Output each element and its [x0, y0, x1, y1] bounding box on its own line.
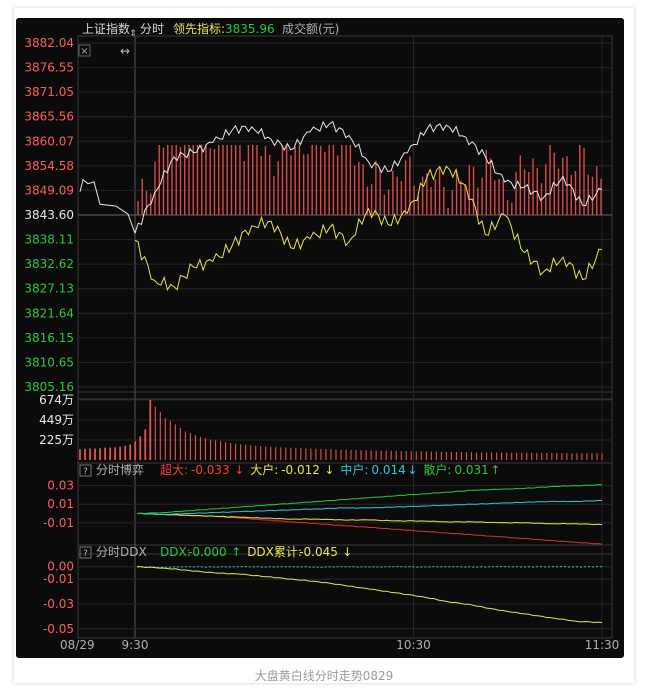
help-icon: ?: [83, 549, 88, 559]
leading-value: 3835.96: [225, 22, 275, 36]
legend-arrow-icon: ↓: [342, 545, 352, 559]
legend-arrow-icon: ↓: [234, 463, 244, 477]
price-tick-label: 3854.58: [24, 159, 74, 173]
price-tick-label: 3827.13: [24, 282, 74, 296]
ddx-tick-label: -0.01: [43, 572, 74, 586]
volume-tick-label: 225万: [39, 433, 74, 447]
intraday-chart: 上证指数 分时 领先指标: 3835.96 成交额(元) × ↔ ⇕ 3882.…: [16, 18, 624, 658]
leading-label: 领先指标:: [173, 21, 225, 36]
legend-label: DDX累计:: [247, 545, 302, 559]
legend-value: -0.045: [299, 545, 338, 559]
legend-arrow-icon: ↑: [231, 545, 241, 559]
price-tick-label: 3865.56: [24, 110, 74, 124]
price-tick-label: 3882.04: [24, 36, 74, 50]
legend-label: DDX:: [160, 545, 191, 559]
time-tick-label: 10:30: [396, 638, 431, 652]
price-tick-label: 3871.05: [24, 85, 74, 99]
legend-value: 0.031: [454, 463, 488, 477]
volume-tick-label: 449万: [39, 413, 74, 427]
price-tick-label: 3838.11: [24, 233, 74, 247]
boyi-tick-label: 0.03: [47, 479, 74, 493]
ddx-line: [136, 565, 603, 569]
volume-tick-label: 674万: [39, 393, 74, 407]
legend-arrow-icon: ↑: [490, 463, 500, 477]
boyi-tick-label: 0.01: [47, 497, 74, 511]
price-tick-label: 3821.64: [24, 306, 74, 320]
price-tick-label: 3832.62: [24, 257, 74, 271]
legend-value: -0.000: [188, 545, 227, 559]
chart-svg: 上证指数 分时 领先指标: 3835.96 成交额(元) × ↔ ⇕ 3882.…: [16, 18, 624, 658]
legend-label: 大户:: [250, 462, 278, 477]
legend-arrow-icon: ↓: [324, 463, 334, 477]
help-icon: ?: [83, 467, 88, 477]
price-tick-label: 3805.16: [24, 380, 74, 394]
ddx-tick-label: -0.05: [43, 622, 74, 636]
index-name: 上证指数: [82, 21, 130, 36]
price-tick-label: 3849.09: [24, 183, 74, 197]
chart-caption: 大盘黄白线分时走势0829: [254, 669, 394, 683]
close-icon[interactable]: ×: [80, 46, 88, 57]
scroll-arrows-icon[interactable]: ↔: [120, 44, 130, 58]
legend-value: -0.033: [191, 463, 230, 477]
panel-title: 分时博弈: [96, 462, 144, 477]
time-tick-label: 9:30: [122, 638, 149, 652]
volume-label: 成交额(元): [282, 21, 339, 36]
drag-handle-icon[interactable]: ⇕: [129, 29, 137, 39]
time-tick-label: 08/29: [60, 638, 95, 652]
legend-label: 中户:: [340, 462, 368, 477]
legend-label: 超大:: [160, 462, 188, 477]
price-tick-label: 3876.55: [24, 61, 74, 75]
boyi-tick-label: -0.01: [43, 516, 74, 530]
legend-arrow-icon: ↓: [407, 463, 417, 477]
mode-label: 分时: [140, 22, 164, 36]
price-tick-label: 3816.15: [24, 331, 74, 345]
price-tick-label: 3810.65: [24, 355, 74, 369]
price-tick-label: 3860.07: [24, 134, 74, 148]
legend-value: 0.014: [371, 463, 405, 477]
price-tick-label: 3843.60: [24, 208, 74, 222]
panel-title: 分时DDX: [96, 545, 147, 559]
legend-label: 散户:: [423, 462, 451, 477]
ddx-tick-label: -0.03: [43, 597, 74, 611]
time-tick-label: 11:30: [585, 638, 620, 652]
legend-value: -0.012: [281, 463, 320, 477]
